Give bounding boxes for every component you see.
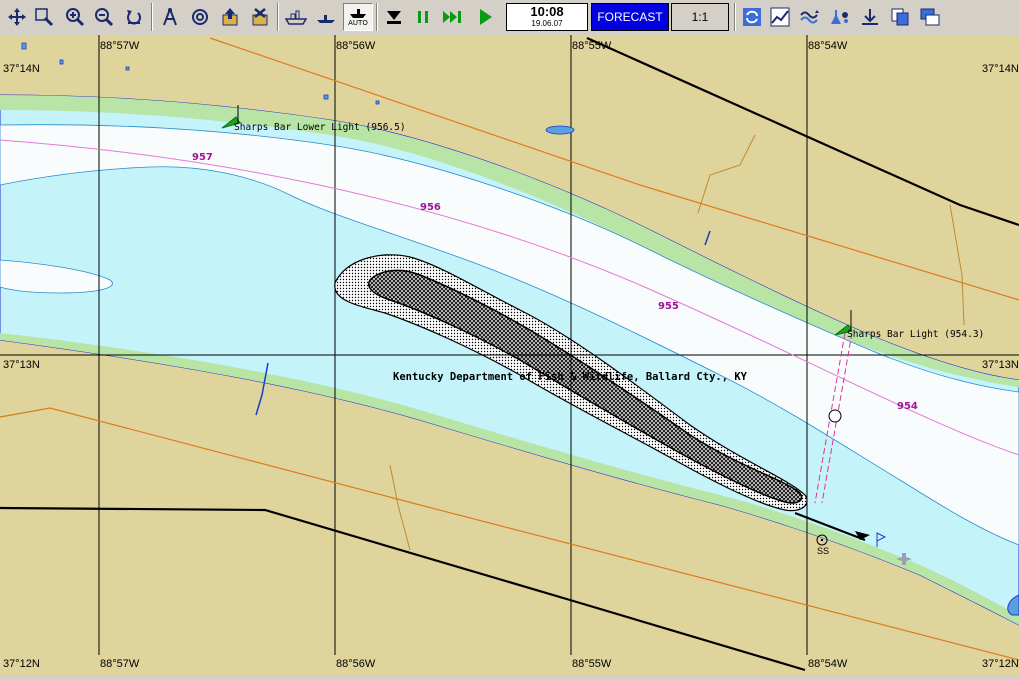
lon-label-bottom-3: 88°55W: [572, 658, 612, 670]
scale-button[interactable]: 1:1: [671, 3, 729, 31]
zoom-window-icon[interactable]: [31, 3, 57, 31]
toolbar-separator: [734, 3, 736, 31]
auto-button[interactable]: AUTO: [343, 3, 373, 31]
cable-marker: [828, 409, 842, 423]
windows-icon[interactable]: [917, 3, 943, 31]
clock-time: 10:08: [530, 4, 564, 19]
clock-display: 10:08 19.06.07: [506, 3, 588, 31]
route-up-icon[interactable]: [217, 3, 243, 31]
river-mile-954: 954: [897, 401, 918, 412]
route-delete-icon[interactable]: [247, 3, 273, 31]
zoom-out-icon[interactable]: [91, 3, 117, 31]
lat-label-top-left: 37°14N: [3, 63, 40, 75]
lon-label-bottom-4: 88°54W: [808, 658, 848, 670]
wildlife-area-label: Kentucky Department of Fish & Wildlife, …: [393, 371, 748, 383]
lat-label-bottom-right: 37°12N: [982, 658, 1019, 670]
chart-view[interactable]: 37°14N 37°14N 37°13N 37°13N 37°12N 37°12…: [0, 35, 1019, 675]
toolbar-separator: [376, 3, 378, 31]
lon-label-top-4: 88°54W: [808, 40, 848, 52]
hurricane-icon[interactable]: [739, 3, 765, 31]
lon-label-bottom-2: 88°56W: [336, 658, 376, 670]
lat-label-top-right: 37°14N: [982, 63, 1019, 75]
lat-label-bottom-left: 37°12N: [3, 658, 40, 670]
ship-icon[interactable]: [283, 3, 309, 31]
pan-icon[interactable]: [4, 3, 30, 31]
target-icon[interactable]: [187, 3, 213, 31]
river-mile-956: 956: [420, 202, 441, 213]
light-label-lower: Sharps Bar Lower Light (956.5): [234, 122, 406, 133]
fast-forward-icon[interactable]: [440, 3, 466, 31]
lon-label-bottom-1: 88°57W: [100, 658, 140, 670]
lat-label-middle-left: 37°13N: [3, 359, 40, 371]
chemistry-icon[interactable]: [827, 3, 853, 31]
stop-icon[interactable]: [381, 3, 407, 31]
zoom-previous-icon[interactable]: [121, 3, 147, 31]
lat-label-middle-right: 37°13N: [982, 359, 1019, 371]
toolbar-separator: [151, 3, 153, 31]
current-icon[interactable]: [857, 3, 883, 31]
lon-label-top-3: 88°55W: [572, 40, 612, 52]
zoom-in-icon[interactable]: [62, 3, 88, 31]
toolbar: AUTO 10:08 19.06.07 FORECAST 1:1: [0, 0, 1019, 36]
forecast-button[interactable]: FORECAST: [591, 3, 669, 31]
station-label: SS: [817, 546, 829, 556]
wave-icon[interactable]: [797, 3, 823, 31]
pause-icon[interactable]: [410, 3, 436, 31]
river-mile-955: 955: [658, 301, 679, 312]
river-mile-957: 957: [192, 152, 213, 163]
lon-label-top-1: 88°57W: [100, 40, 140, 52]
auto-ship-icon: [350, 9, 366, 18]
copy-icon[interactable]: [887, 3, 913, 31]
play-icon[interactable]: [472, 3, 498, 31]
light-label-upper: Sharps Bar Light (954.3): [847, 329, 984, 340]
compass-icon[interactable]: [157, 3, 183, 31]
toolbar-separator: [277, 3, 279, 31]
ship-small-icon[interactable]: [313, 3, 339, 31]
graph-icon[interactable]: [767, 3, 793, 31]
clock-date: 19.06.07: [531, 19, 563, 28]
lon-label-top-2: 88°56W: [336, 40, 376, 52]
auto-label: AUTO: [348, 19, 368, 27]
